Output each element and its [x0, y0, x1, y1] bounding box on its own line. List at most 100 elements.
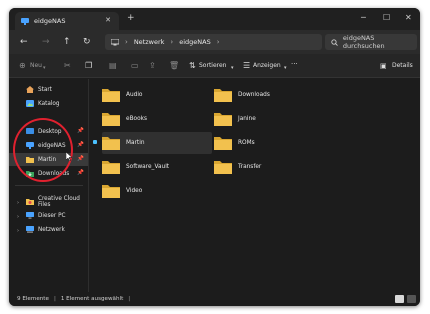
- details-button[interactable]: Details: [392, 62, 413, 69]
- view-icon[interactable]: ☰: [243, 61, 250, 70]
- sidebar-item-label: Downloads: [38, 170, 70, 177]
- search-placeholder: eidgeNAS durchsuchen: [342, 34, 385, 50]
- folder-view: Audio Downloads eBooks Janine Martin ROM…: [90, 79, 420, 292]
- new-tab-button[interactable]: +: [127, 14, 135, 23]
- delete-icon[interactable]: 🗑: [169, 61, 179, 70]
- folder-icon: [26, 157, 34, 163]
- new-button-label[interactable]: Neu: [30, 62, 42, 69]
- tab-eidgenas[interactable]: eidgeNAS ✕: [15, 12, 119, 30]
- home-icon: [26, 86, 34, 93]
- pin-icon: 📌: [77, 156, 84, 162]
- item-count: 9 Elemente: [17, 296, 49, 302]
- folder-audio[interactable]: Audio: [102, 84, 202, 106]
- downloads-icon: [26, 171, 34, 177]
- address-bar[interactable]: › Netzwerk › eidgeNAS ›: [105, 34, 322, 50]
- new-icon[interactable]: ⊕: [19, 61, 26, 70]
- sidebar-item-label: Dieser PC: [38, 212, 66, 219]
- maximize-button[interactable]: ☐: [383, 13, 390, 22]
- sidebar-item-desktop[interactable]: Desktop 📌: [9, 125, 88, 138]
- sidebar-item-label: Katalog: [38, 100, 60, 107]
- folder-janine[interactable]: Janine: [214, 108, 314, 130]
- divider: |: [53, 296, 56, 302]
- creative-cloud-icon: [26, 199, 34, 205]
- folder-label: eBooks: [126, 116, 148, 122]
- pc-icon: [111, 38, 119, 45]
- details-view-icon[interactable]: [395, 295, 404, 303]
- up-button[interactable]: ↑: [63, 37, 71, 47]
- folder-icon: [102, 185, 120, 198]
- sidebar-item-label: Start: [38, 86, 52, 93]
- sidebar-item-eidgenas[interactable]: eidgeNAS 📌: [9, 139, 88, 152]
- rename-icon[interactable]: ▭: [131, 61, 139, 70]
- folder-roms[interactable]: ROMs: [214, 132, 314, 154]
- sidebar-item-martin[interactable]: Martin 📌: [9, 153, 88, 166]
- divider: |: [128, 296, 131, 302]
- sidebar-item-start[interactable]: Start: [9, 83, 88, 96]
- divider: [15, 185, 83, 186]
- copy-icon[interactable]: ❐: [85, 61, 92, 70]
- sidebar-item-katalog[interactable]: Katalog: [9, 97, 88, 110]
- title-bar: eidgeNAS ✕ + ─ ☐ ✕: [9, 8, 420, 30]
- selection-checkbox[interactable]: [93, 140, 97, 144]
- sidebar-item-creative-cloud[interactable]: Creative Cloud Files: [9, 195, 88, 208]
- folder-downloads[interactable]: Downloads: [214, 84, 314, 106]
- breadcrumb-netzwerk[interactable]: Netzwerk: [134, 38, 165, 46]
- folder-transfer[interactable]: Transfer: [214, 156, 314, 178]
- status-bar: 9 Elemente | 1 Element ausgewählt |: [9, 292, 420, 306]
- sort-icon[interactable]: ⇅: [189, 61, 196, 70]
- cut-icon[interactable]: ✂: [64, 61, 71, 70]
- folder-icon: [102, 113, 120, 126]
- sidebar-item-downloads[interactable]: Downloads 📌: [9, 167, 88, 180]
- folder-martin[interactable]: Martin: [102, 132, 212, 154]
- close-tab-icon[interactable]: ✕: [105, 16, 111, 24]
- folder-label: Martin: [126, 140, 145, 146]
- tiles-view-icon[interactable]: [407, 295, 416, 303]
- selection-count: 1 Element ausgewählt: [60, 296, 124, 302]
- folder-software-vault[interactable]: Software_Vault: [102, 156, 202, 178]
- network-icon: [26, 226, 34, 233]
- network-drive-icon: [21, 17, 29, 25]
- chevron-right-icon: ›: [170, 38, 174, 46]
- chevron-right-icon: ›: [216, 38, 220, 46]
- sidebar-item-label: eidgeNAS: [38, 142, 66, 149]
- folder-label: Transfer: [238, 164, 262, 170]
- details-pane-icon[interactable]: ▣: [380, 62, 387, 71]
- sort-button[interactable]: Sortieren: [199, 62, 227, 69]
- forward-button[interactable]: →: [42, 37, 50, 47]
- back-button[interactable]: ←: [20, 37, 28, 47]
- folder-icon: [102, 89, 120, 102]
- share-icon[interactable]: ⇪: [149, 61, 156, 70]
- chevron-down-icon: ▾: [284, 65, 287, 71]
- folder-label: Video: [126, 188, 143, 194]
- sidebar-item-netzwerk[interactable]: Netzwerk: [9, 223, 88, 236]
- minimize-button[interactable]: ─: [361, 13, 366, 22]
- folder-video[interactable]: Video: [102, 180, 202, 202]
- folder-icon: [214, 89, 232, 102]
- paste-icon[interactable]: ▤: [109, 61, 117, 70]
- gallery-icon: [26, 100, 34, 107]
- search-input[interactable]: eidgeNAS durchsuchen: [325, 34, 417, 50]
- command-bar: ⊕ Neu ▾ ✂ ❐ ▤ ▭ ⇪ 🗑 ⇅ Sortieren ▾ ☰ Anze…: [9, 54, 420, 78]
- folder-icon: [214, 161, 232, 174]
- sidebar-item-dieser-pc[interactable]: Dieser PC: [9, 209, 88, 222]
- network-drive-icon: [26, 142, 34, 149]
- refresh-button[interactable]: ↻: [83, 37, 91, 47]
- chevron-right-icon: ›: [125, 38, 128, 46]
- folder-icon: [102, 161, 120, 174]
- chevron-down-icon: ▾: [231, 65, 234, 71]
- pin-icon: 📌: [77, 128, 84, 134]
- search-icon: [331, 38, 338, 46]
- breadcrumb-eidgenas[interactable]: eidgeNAS: [179, 38, 211, 46]
- pin-icon: 📌: [77, 142, 84, 148]
- folder-label: ROMs: [238, 140, 255, 146]
- more-options-button[interactable]: ···: [291, 60, 298, 68]
- folder-label: Audio: [126, 92, 143, 98]
- folder-ebooks[interactable]: eBooks: [102, 108, 202, 130]
- sidebar-item-label: Martin: [38, 156, 57, 163]
- tab-title: eidgeNAS: [34, 17, 66, 25]
- navigation-pane: Start Katalog Desktop 📌 eidgeNAS 📌 Marti…: [9, 79, 89, 292]
- close-window-button[interactable]: ✕: [405, 13, 412, 22]
- folder-icon: [214, 113, 232, 126]
- navigation-bar: ← → ↑ ↻ › Netzwerk › eidgeNAS › eidgeNAS…: [9, 30, 420, 54]
- view-button[interactable]: Anzeigen: [253, 62, 281, 69]
